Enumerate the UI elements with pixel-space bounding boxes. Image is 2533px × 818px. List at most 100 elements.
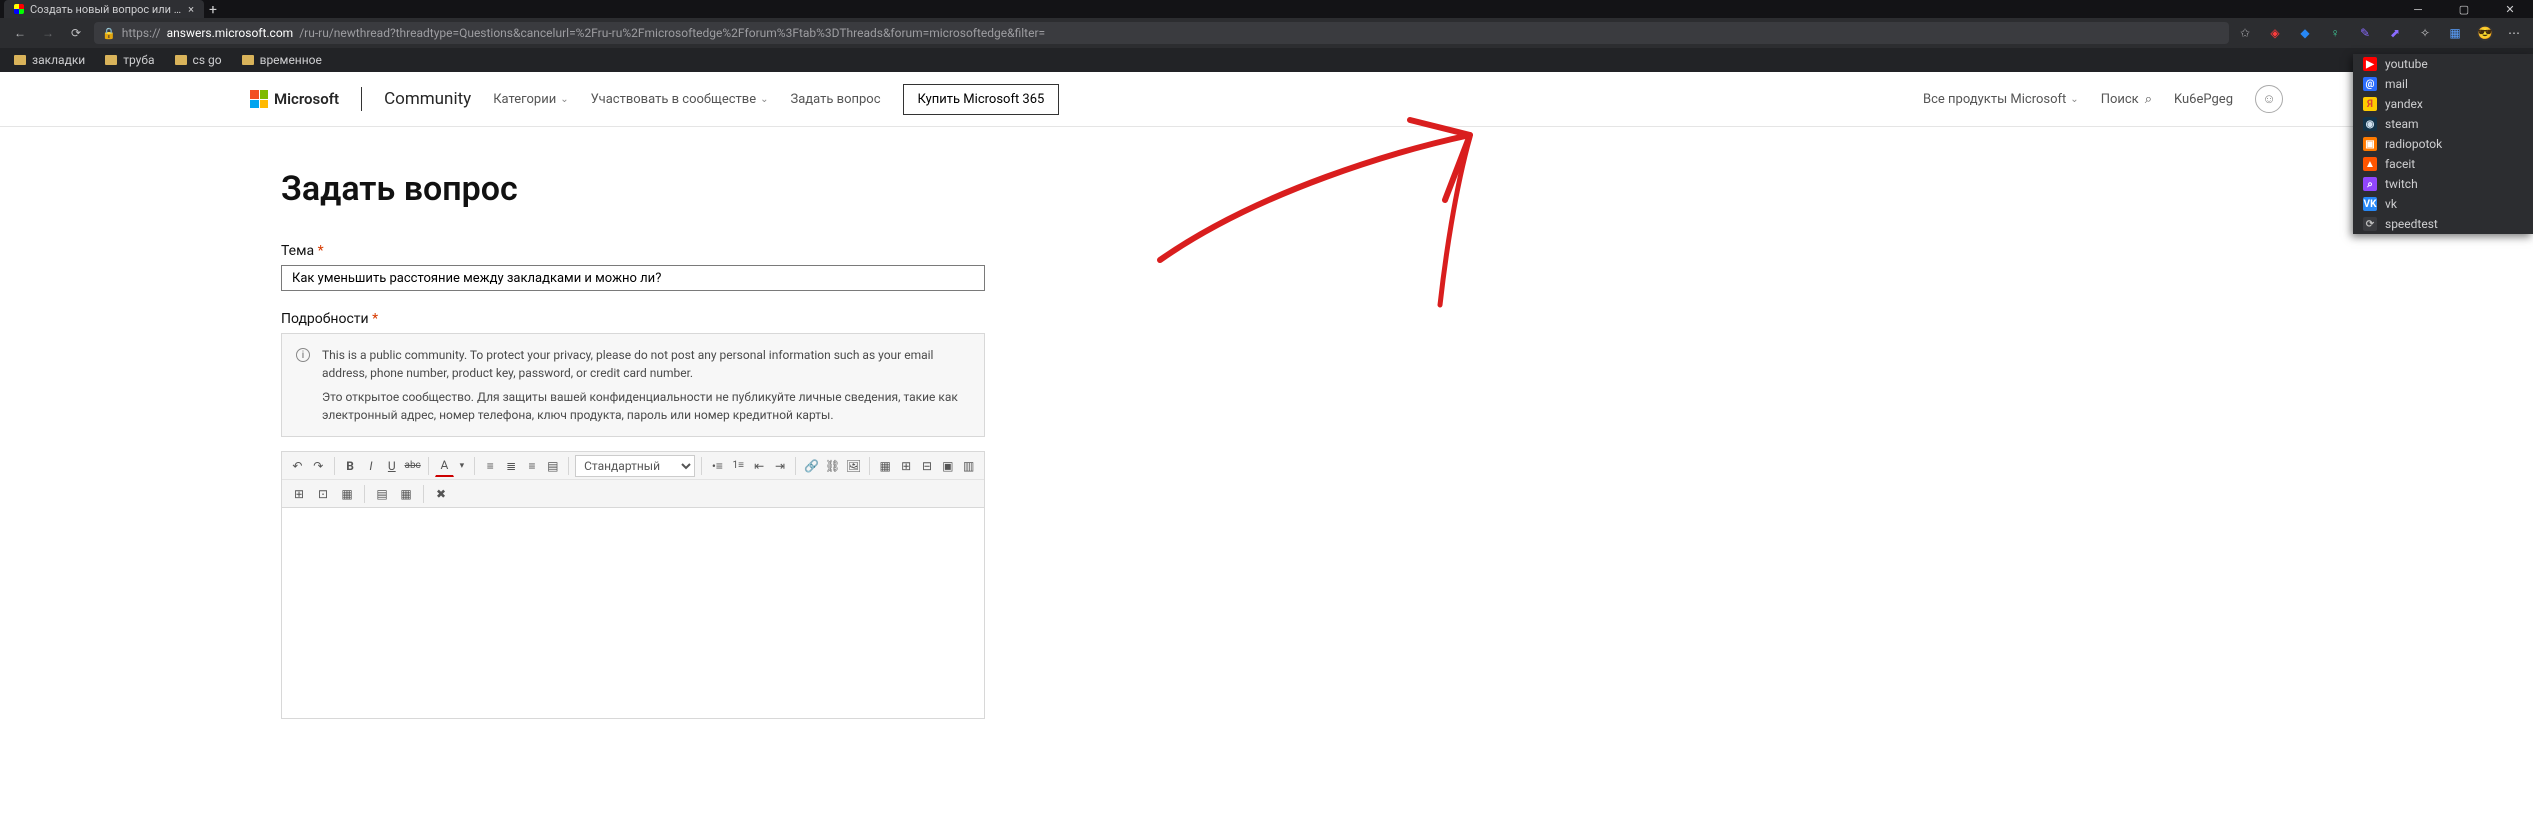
new-tab-button[interactable]: + bbox=[204, 2, 222, 18]
window-minimize-button[interactable]: ─ bbox=[2395, 0, 2441, 18]
bookmark-folder[interactable]: cs go bbox=[175, 53, 222, 67]
search-icon: ⌕ bbox=[2145, 92, 2152, 107]
editor-toolbar-row-1: ↶ ↷ B I U abc A ▾ ≡ ≣ ≡ ▤ Стандартный •≡… bbox=[282, 452, 984, 480]
strike-button[interactable]: abc bbox=[403, 455, 422, 477]
header-search[interactable]: Поиск⌕ bbox=[2101, 92, 2152, 107]
notice-text-ru: Это открытое сообщество. Для защиты ваше… bbox=[322, 388, 970, 424]
ext-icon-1[interactable]: ◈ bbox=[2267, 25, 2283, 41]
header-username[interactable]: Ku6ePgeg bbox=[2174, 92, 2233, 107]
collections-icon[interactable]: ▦ bbox=[2447, 25, 2463, 41]
table-button[interactable]: ▦ bbox=[876, 455, 895, 477]
underline-button[interactable]: U bbox=[382, 455, 401, 477]
header-divider bbox=[361, 87, 362, 111]
undo-button[interactable]: ↶ bbox=[288, 455, 307, 477]
rich-text-editor: ↶ ↷ B I U abc A ▾ ≡ ≣ ≡ ▤ Стандартный •≡… bbox=[281, 451, 985, 719]
tool-d[interactable]: ▤ bbox=[371, 483, 393, 505]
ext-icon-5[interactable]: ⬈ bbox=[2387, 25, 2403, 41]
favorite-favicon: ◉ bbox=[2363, 117, 2377, 131]
nav-all-products[interactable]: Все продукты Microsoft⌄ bbox=[1923, 92, 2079, 107]
favorites-item[interactable]: ▣radiopotok bbox=[2353, 134, 2533, 154]
indent-button[interactable]: ⇥ bbox=[771, 455, 790, 477]
extension-icons: ✩ ◈ ◆ ♀ ✎ ⬈ ✧ ▦ 😎 ⋯ bbox=[2237, 25, 2523, 41]
favorite-label: radiopotok bbox=[2385, 137, 2442, 151]
tab-close-icon[interactable]: × bbox=[188, 3, 194, 16]
favorite-favicon: Я bbox=[2363, 97, 2377, 111]
favorite-favicon: ▶ bbox=[2363, 57, 2377, 71]
nav-reload-button[interactable]: ⟳ bbox=[66, 26, 86, 40]
tool-e[interactable]: ▦ bbox=[395, 483, 417, 505]
align-center-button[interactable]: ≣ bbox=[502, 455, 521, 477]
ext-icon-2[interactable]: ◆ bbox=[2297, 25, 2313, 41]
outdent-button[interactable]: ⇤ bbox=[750, 455, 769, 477]
bookmark-folder[interactable]: закладки bbox=[14, 53, 85, 67]
favorite-label: mail bbox=[2385, 77, 2408, 91]
number-list-button[interactable]: 1≡ bbox=[729, 455, 748, 477]
tool-c[interactable]: ▦ bbox=[336, 483, 358, 505]
profile-avatar[interactable]: 😎 bbox=[2477, 25, 2493, 41]
topic-input[interactable] bbox=[281, 265, 985, 291]
bookmark-folder[interactable]: временное bbox=[242, 53, 322, 67]
favorites-item[interactable]: ⟳speedtest bbox=[2353, 214, 2533, 234]
align-justify-button[interactable]: ▤ bbox=[543, 455, 562, 477]
tab-title: Создать новый вопрос или на… bbox=[30, 3, 182, 16]
font-color-button[interactable]: A bbox=[435, 455, 454, 477]
bullet-list-button[interactable]: •≡ bbox=[708, 455, 727, 477]
favorite-star-icon[interactable]: ✩ bbox=[2237, 25, 2253, 41]
browser-menu-icon[interactable]: ⋯ bbox=[2507, 25, 2523, 41]
table-delete-button[interactable]: ▥ bbox=[959, 455, 978, 477]
link-button[interactable]: 🔗 bbox=[802, 455, 821, 477]
unlink-button[interactable]: ⛓ bbox=[823, 455, 842, 477]
table-cell-button[interactable]: ▣ bbox=[938, 455, 957, 477]
font-color-dropdown[interactable]: ▾ bbox=[456, 455, 468, 477]
nav-forward-button[interactable]: → bbox=[38, 26, 58, 40]
align-left-button[interactable]: ≡ bbox=[481, 455, 500, 477]
favorite-label: faceit bbox=[2385, 157, 2415, 171]
bookmark-folder[interactable]: труба bbox=[105, 53, 154, 67]
favorites-item[interactable]: ◉steam bbox=[2353, 114, 2533, 134]
buy-m365-button[interactable]: Купить Microsoft 365 bbox=[903, 84, 1060, 115]
redo-button[interactable]: ↷ bbox=[309, 455, 328, 477]
notice-text-en: This is a public community. To protect y… bbox=[322, 346, 970, 382]
tool-b[interactable]: ⊡ bbox=[312, 483, 334, 505]
favorites-item[interactable]: @ mail bbox=[2353, 74, 2533, 94]
clear-format-button[interactable]: ✖ bbox=[430, 483, 452, 505]
favorites-item[interactable]: ▲faceit bbox=[2353, 154, 2533, 174]
favorites-item[interactable]: VKvk bbox=[2353, 194, 2533, 214]
folder-icon bbox=[105, 55, 117, 65]
favorite-favicon: @ bbox=[2363, 77, 2377, 91]
url-field[interactable]: 🔒 https://answers.microsoft.com/ru-ru/ne… bbox=[94, 22, 2229, 44]
page-content: Microsoft Community Категории⌄ Участвова… bbox=[0, 72, 2533, 818]
nav-participate[interactable]: Участвовать в сообществе⌄ bbox=[591, 92, 769, 107]
ext-icon-3[interactable]: ♀ bbox=[2327, 25, 2343, 41]
url-prefix: https:// bbox=[122, 26, 161, 40]
favorites-icon[interactable]: ✧ bbox=[2417, 25, 2433, 41]
favorite-favicon: ⟳ bbox=[2363, 217, 2377, 231]
nav-categories[interactable]: Категории⌄ bbox=[493, 92, 568, 107]
tool-a[interactable]: ⊞ bbox=[288, 483, 310, 505]
microsoft-logo[interactable]: Microsoft bbox=[250, 90, 339, 108]
favorites-item[interactable]: Яyandex bbox=[2353, 94, 2533, 114]
table-col-button[interactable]: ⊟ bbox=[918, 455, 937, 477]
community-link[interactable]: Community bbox=[384, 89, 471, 109]
window-close-button[interactable]: ✕ bbox=[2487, 0, 2533, 18]
address-bar: ← → ⟳ 🔒 https://answers.microsoft.com/ru… bbox=[0, 18, 2533, 48]
ext-icon-4[interactable]: ✎ bbox=[2357, 25, 2373, 41]
browser-tab[interactable]: Создать новый вопрос или на… × bbox=[4, 0, 204, 18]
favorite-favicon: ⌕ bbox=[2363, 177, 2377, 191]
details-label: Подробности * bbox=[281, 311, 985, 327]
bold-button[interactable]: B bbox=[341, 455, 360, 477]
url-host: answers.microsoft.com bbox=[167, 26, 294, 40]
nav-back-button[interactable]: ← bbox=[10, 26, 30, 40]
align-right-button[interactable]: ≡ bbox=[523, 455, 542, 477]
image-button[interactable]: 🖼 bbox=[844, 455, 863, 477]
paragraph-style-select[interactable]: Стандартный bbox=[575, 455, 695, 477]
italic-button[interactable]: I bbox=[361, 455, 380, 477]
favorites-item[interactable]: ⌕twitch bbox=[2353, 174, 2533, 194]
header-avatar[interactable]: ☺ bbox=[2255, 85, 2283, 113]
url-path: /ru-ru/newthread?threadtype=Questions&ca… bbox=[299, 26, 1045, 40]
window-maximize-button[interactable]: ▢ bbox=[2441, 0, 2487, 18]
table-row-button[interactable]: ⊞ bbox=[897, 455, 916, 477]
favorites-item[interactable]: ▶youtube bbox=[2353, 54, 2533, 74]
nav-ask-question[interactable]: Задать вопрос bbox=[791, 92, 881, 107]
editor-content-area[interactable] bbox=[282, 508, 984, 718]
